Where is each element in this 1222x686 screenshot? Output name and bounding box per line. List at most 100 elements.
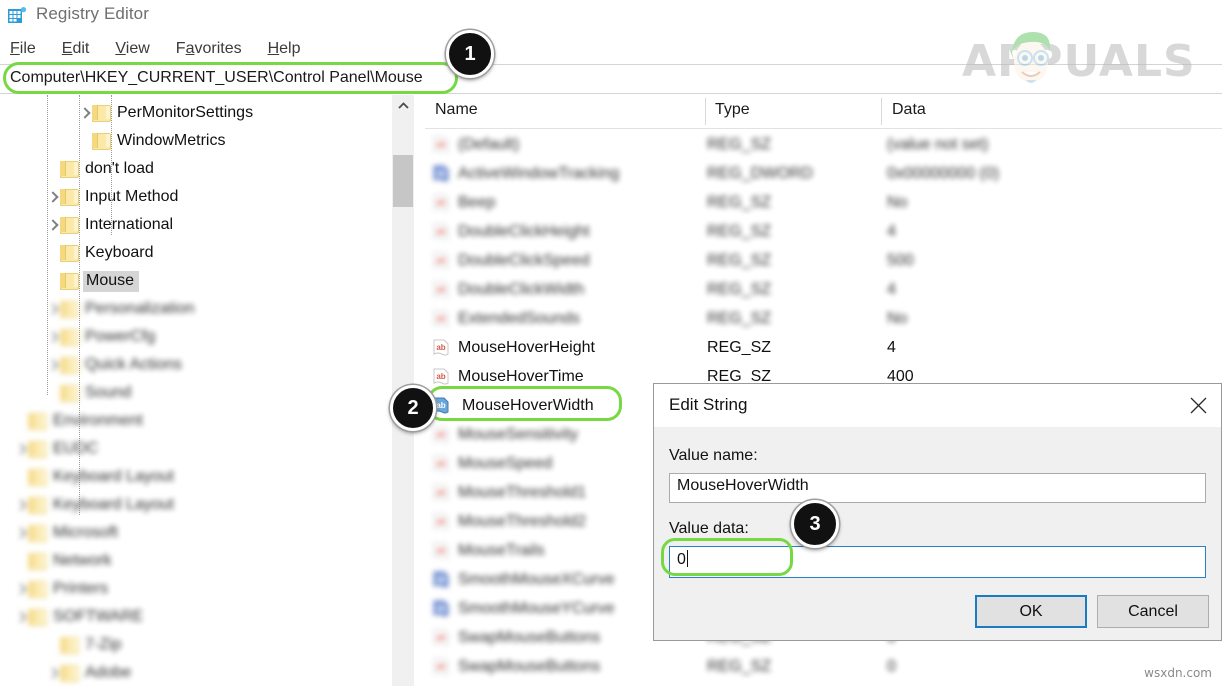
value-name-cell: MouseSensitivity <box>458 426 579 443</box>
table-row[interactable]: ab DoubleClickSpeed REG_SZ 500 <box>425 246 1222 276</box>
svg-text:ab: ab <box>436 662 445 671</box>
tree-item-keyboard[interactable]: Keyboard <box>0 239 392 267</box>
menu-item-view[interactable]: View <box>113 40 151 58</box>
tree-item-printers[interactable]: Printers <box>0 575 392 603</box>
chevron-right-icon[interactable] <box>46 302 60 316</box>
dialog-title-bar: Edit String <box>654 384 1221 427</box>
folder-icon <box>60 300 79 318</box>
chevron-right-icon[interactable] <box>46 330 60 344</box>
callout-badge-2: 2 <box>390 385 436 431</box>
value-type-cell: REG_SZ <box>707 252 772 269</box>
tree-item-label: SOFTWARE <box>53 608 144 625</box>
appuals-mascot-icon <box>1010 32 1051 83</box>
string-value-icon: ab <box>432 281 450 299</box>
svg-text:ab: ab <box>436 169 445 178</box>
value-name-cell: DoubleClickHeight <box>458 223 590 240</box>
value-data-text: 0 <box>677 551 686 568</box>
table-row[interactable]: ab DoubleClickWidth REG_SZ 4 <box>425 275 1222 305</box>
table-row[interactable]: ab MouseHoverHeight REG_SZ 4 <box>425 333 1222 363</box>
callout-badge-1: 1 <box>446 30 494 78</box>
menu-item-help[interactable]: Help <box>266 40 303 58</box>
chevron-right-icon[interactable] <box>14 610 28 624</box>
value-data-input[interactable]: 0 <box>669 546 1206 578</box>
column-separator[interactable] <box>705 98 706 125</box>
column-header-data[interactable]: Data <box>892 101 926 119</box>
tree-item-windowmetrics[interactable]: WindowMetrics <box>0 127 392 155</box>
tree-item-input-method[interactable]: Input Method <box>0 183 392 211</box>
tree-item-international[interactable]: International <box>0 211 392 239</box>
chevron-right-icon[interactable] <box>46 218 60 232</box>
value-name-input[interactable]: MouseHoverWidth <box>669 473 1206 503</box>
tree-item-environment[interactable]: Environment <box>0 407 392 435</box>
tree-item-label: Environment <box>53 412 143 429</box>
table-row[interactable]: ab Beep REG_SZ No <box>425 188 1222 218</box>
menu-item-edit[interactable]: Edit <box>60 40 92 58</box>
menu-item-favorites[interactable]: Favorites <box>174 40 244 58</box>
menu-item-file[interactable]: File <box>8 40 38 58</box>
chevron-right-icon[interactable] <box>14 582 28 596</box>
tree-item-mouse[interactable]: Mouse <box>0 267 392 295</box>
column-header-type[interactable]: Type <box>715 101 750 119</box>
svg-text:ab: ab <box>436 517 445 526</box>
svg-text:ab: ab <box>436 343 445 352</box>
tree-guide-line <box>79 95 80 515</box>
value-type-cell: REG_SZ <box>707 223 772 240</box>
tree-item-powercfg[interactable]: PowerCfg <box>0 323 392 351</box>
chevron-right-icon[interactable] <box>46 666 60 680</box>
column-header-name[interactable]: Name <box>435 101 478 119</box>
svg-text:ab: ab <box>436 633 445 642</box>
tree-item-software[interactable]: SOFTWARE <box>0 603 392 631</box>
folder-icon <box>28 608 47 626</box>
tree-item-network[interactable]: Network <box>0 547 392 575</box>
table-row[interactable]: ab (Default) REG_SZ (value not set) <box>425 130 1222 160</box>
folder-icon <box>28 552 47 570</box>
table-row[interactable]: ab ExtendedSounds REG_SZ No <box>425 304 1222 334</box>
value-name-cell: MouseHoverWidth <box>462 397 594 414</box>
tree-item-quick-actions[interactable]: Quick Actions <box>0 351 392 379</box>
tree-item-label: Keyboard <box>85 244 154 261</box>
value-name-cell: MouseHoverHeight <box>458 339 595 356</box>
tree-item-personalization[interactable]: Personalization <box>0 295 392 323</box>
value-name-cell: ActiveWindowTracking <box>458 165 620 182</box>
tree-item-label: Keyboard Layout <box>53 468 174 485</box>
value-data-cell: No <box>887 310 908 327</box>
tree-item-eudc[interactable]: EUDC <box>0 435 392 463</box>
close-icon[interactable] <box>1175 384 1221 426</box>
tree-item-permonitorsettings[interactable]: PerMonitorSettings <box>0 99 392 127</box>
tree-item-microsoft[interactable]: Microsoft <box>0 519 392 547</box>
column-separator[interactable] <box>881 98 882 125</box>
chevron-right-icon[interactable] <box>46 190 60 204</box>
folder-icon <box>28 468 47 486</box>
tree-item-adobe[interactable]: Adobe <box>0 659 392 686</box>
tree-item-keyboard-layout[interactable]: Keyboard Layout <box>0 491 392 519</box>
chevron-right-icon[interactable] <box>14 442 28 456</box>
ok-button[interactable]: OK <box>975 595 1087 628</box>
chevron-right-icon[interactable] <box>14 498 28 512</box>
chevron-right-icon[interactable] <box>46 358 60 372</box>
cancel-button[interactable]: Cancel <box>1097 595 1209 628</box>
tree-item-sound[interactable]: Sound <box>0 379 392 407</box>
chevron-right-icon[interactable] <box>78 106 92 120</box>
registry-tree[interactable]: PerMonitorSettings WindowMetrics don't loa… <box>0 95 392 686</box>
table-row[interactable]: ab DoubleClickHeight REG_SZ 4 <box>425 217 1222 247</box>
svg-text:ab: ab <box>436 285 445 294</box>
tree-item-don-t-load[interactable]: don't load <box>0 155 392 183</box>
registry-editor-icon <box>8 7 27 23</box>
table-row[interactable]: ab ActiveWindowTracking REG_DWORD 0x0000000… <box>425 159 1222 189</box>
tree-guide-line <box>111 95 112 235</box>
value-name-cell: SwapMouseButtons <box>458 658 601 675</box>
tree-item-label: PerMonitorSettings <box>117 104 254 121</box>
svg-text:ab: ab <box>436 256 445 265</box>
chevron-right-icon[interactable] <box>14 526 28 540</box>
scroll-up-icon[interactable] <box>392 95 414 117</box>
scrollbar-thumb[interactable] <box>393 155 413 207</box>
value-type-cell: REG_SZ <box>707 194 772 211</box>
table-row[interactable]: ab SwapMouseButtons REG_SZ 0 <box>425 652 1222 682</box>
value-type-cell: REG_SZ <box>707 658 772 675</box>
tree-item-keyboard-layout[interactable]: Keyboard Layout <box>0 463 392 491</box>
tree-item-label: Personalization <box>85 300 195 317</box>
tree-item-7-zip[interactable]: 7-Zip <box>0 631 392 659</box>
